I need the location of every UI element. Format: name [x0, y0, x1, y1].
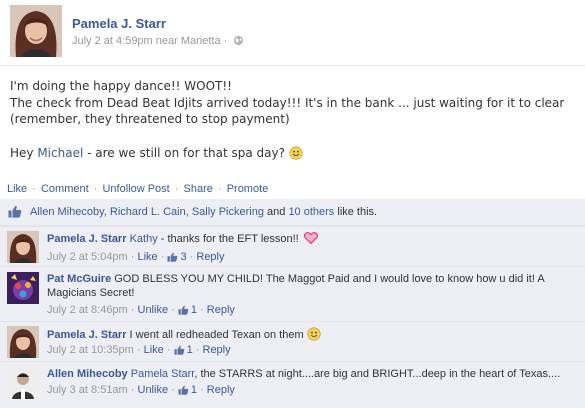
likes-summary: Allen Mihecoby, Richard L. Cain, Sally P… — [0, 199, 585, 226]
mention-link[interactable]: Michael — [37, 146, 83, 160]
comment-meta: July 2 at 10:35pm · Like · 1 · Reply — [47, 344, 231, 356]
comment-button[interactable]: Comment — [41, 183, 89, 195]
likes-suffix: like this. — [334, 206, 378, 218]
action-separator: · — [93, 183, 98, 195]
comment-mention-link[interactable]: Kathy — [130, 233, 158, 245]
globe-icon[interactable] — [233, 35, 244, 49]
thumbs-up-icon — [167, 252, 178, 265]
action-separator: · — [217, 183, 222, 195]
commenter-avatar[interactable] — [7, 326, 39, 358]
post-meta-separator: · — [223, 35, 228, 47]
post-line: (remember, they threatened to stop payme… — [10, 112, 290, 126]
comment-reply-button[interactable]: Reply — [203, 344, 231, 356]
commenter-name[interactable]: Pamela J. Starr — [47, 329, 127, 341]
promote-button[interactable]: Promote — [227, 183, 269, 195]
comment-text: Allen Mihecoby Pamela Starr, the STARRS … — [47, 367, 577, 381]
smiley-icon — [307, 327, 321, 341]
comment-like-count-value: 1 — [186, 344, 193, 356]
comment-meta: July 2 at 8:46pm · Unlike · 1 · Reply — [47, 304, 235, 316]
commenter-name[interactable]: Allen Mihecoby — [47, 368, 128, 380]
comment-reply-button[interactable]: Reply — [196, 251, 224, 263]
comment-text: Pamela J. Starr Kathy - thanks for the E… — [47, 232, 577, 248]
comment-like-count[interactable]: 3 — [167, 251, 187, 265]
post-body: I'm doing the happy dance!! WOOT!! The c… — [10, 78, 580, 161]
comment-text: Pamela J. Starr I went all redheaded Tex… — [47, 327, 577, 342]
post-action-bar: Like · Comment · Unfollow Post · Share ·… — [0, 179, 585, 199]
thumbs-up-icon — [178, 305, 189, 318]
comment-reply-button[interactable]: Reply — [207, 304, 235, 316]
action-separator: · — [174, 183, 179, 195]
commenter-avatar[interactable] — [7, 231, 39, 263]
comment-item: Allen Mihecoby Pamela Starr, the STARRS … — [0, 361, 585, 408]
comment-meta: July 2 at 5:04pm · Like · 3 · Reply — [47, 251, 225, 265]
comment-timestamp[interactable]: July 2 at 5:04pm — [47, 251, 128, 263]
comment-like-count[interactable]: 1 — [178, 384, 197, 396]
comment-body: I went all redheaded Texan on them — [126, 329, 307, 341]
smiley-icon — [289, 145, 303, 160]
post-timestamp[interactable]: July 2 at 4:59pm near Marietta — [72, 35, 221, 47]
comment-item: Pamela J. Starr I went all redheaded Tex… — [0, 321, 585, 361]
thumbs-up-icon — [8, 202, 22, 229]
comment-reply-button[interactable]: Reply — [207, 384, 235, 396]
likes-and-text: and — [263, 206, 289, 218]
commenter-avatar[interactable] — [7, 367, 39, 399]
comment-like-count-value: 1 — [190, 384, 197, 396]
post-line: Hey Michael - are we still on for that s… — [10, 145, 580, 162]
comment-timestamp[interactable]: July 3 at 8:51am — [47, 384, 128, 396]
commenter-name[interactable]: Pamela J. Starr — [47, 233, 127, 245]
comment-timestamp[interactable]: July 2 at 8:46pm — [47, 304, 128, 316]
comment-text: Pat McGuire GOD BLESS YOU MY CHILD! The … — [47, 272, 577, 300]
likers-names[interactable]: Allen Mihecoby, Richard L. Cain, Sally P… — [30, 206, 264, 218]
comment-unlike-button[interactable]: Unlike — [138, 304, 169, 316]
share-button[interactable]: Share — [184, 183, 213, 195]
post-header: Pamela J. Starr July 2 at 4:59pm near Ma… — [0, 0, 585, 65]
post-meta: July 2 at 4:59pm near Marietta · — [72, 35, 244, 49]
comment-body: GOD BLESS YOU MY CHILD! The Maggot Paid … — [47, 273, 545, 299]
comment-meta: July 3 at 8:51am · Unlike · 1 · Reply — [47, 384, 235, 396]
thumbs-up-icon — [174, 345, 185, 358]
comment-like-count[interactable]: 1 — [178, 304, 197, 316]
comment-mention-link[interactable]: Pamela Starr — [131, 368, 195, 380]
commenter-name[interactable]: Pat McGuire — [47, 273, 111, 285]
likes-others-link[interactable]: 10 others — [288, 206, 334, 218]
comment-like-count-value: 3 — [180, 251, 187, 263]
thumbs-up-icon — [178, 385, 189, 398]
comment-timestamp[interactable]: July 2 at 10:35pm — [47, 344, 134, 356]
post-line: I'm doing the happy dance!! WOOT!! — [10, 79, 232, 93]
comment-item: Pamela J. Starr Kathy - thanks for the E… — [0, 226, 585, 266]
comment-like-count[interactable]: 1 — [174, 344, 193, 356]
heart-icon — [303, 232, 318, 248]
feedback-section: Allen Mihecoby, Richard L. Cain, Sally P… — [0, 199, 585, 408]
post-line: The check from Dead Beat Idjits arrived … — [10, 95, 565, 110]
unfollow-post-button[interactable]: Unfollow Post — [102, 183, 169, 195]
comment-body: - thanks for the EFT lesson!! — [157, 233, 302, 245]
header-divider — [0, 65, 585, 66]
post-author-name[interactable]: Pamela J. Starr — [72, 16, 166, 31]
comment-like-button[interactable]: Like — [144, 344, 164, 356]
action-separator: · — [32, 183, 36, 195]
like-button[interactable]: Like — [7, 183, 27, 195]
commenter-avatar[interactable] — [7, 272, 39, 304]
comment-like-count-value: 1 — [190, 304, 197, 316]
comment-body: , the STARRS at night....are big and BRI… — [194, 368, 561, 380]
comment-item: Pat McGuire GOD BLESS YOU MY CHILD! The … — [0, 266, 585, 321]
comment-like-button[interactable]: Like — [138, 251, 158, 263]
comment-unlike-button[interactable]: Unlike — [138, 384, 169, 396]
author-avatar[interactable] — [10, 5, 62, 57]
